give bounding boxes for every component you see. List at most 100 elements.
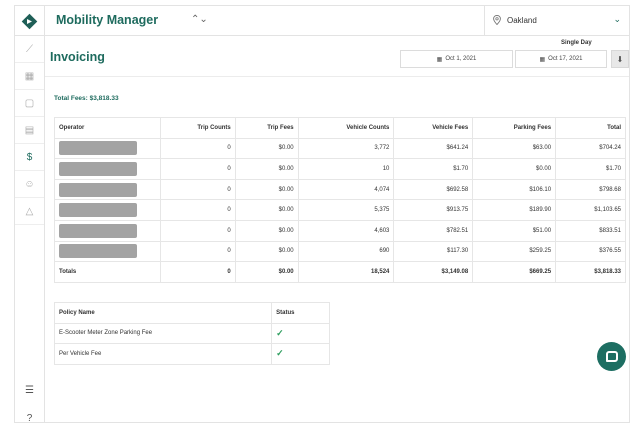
table-cell: $376.55 bbox=[555, 240, 626, 263]
operator-cell bbox=[54, 137, 161, 160]
column-header[interactable]: Vehicle Fees bbox=[393, 117, 474, 139]
table-cell: $669.25 bbox=[472, 261, 557, 283]
redacted-operator-name bbox=[59, 161, 137, 176]
table-cell: 3,772 bbox=[297, 137, 395, 160]
table-cell: 0 bbox=[159, 178, 236, 201]
redacted-operator-name bbox=[59, 141, 137, 156]
table-cell: $0.00 bbox=[234, 137, 299, 160]
table-cell: $63.00 bbox=[472, 137, 557, 160]
table-cell: $1.70 bbox=[393, 158, 474, 180]
start-date-picker[interactable]: ▦ Oct 1, 2021 bbox=[400, 50, 513, 68]
policy-name: Per Vehicle Fee bbox=[53, 343, 273, 365]
header-divider bbox=[45, 76, 629, 77]
table-cell: $51.00 bbox=[472, 219, 557, 242]
app-title: Mobility Manager bbox=[56, 13, 159, 27]
column-header[interactable]: Trip Fees bbox=[234, 117, 299, 139]
operator-cell bbox=[54, 178, 161, 201]
table-cell: 0 bbox=[159, 240, 236, 263]
column-header[interactable]: Status bbox=[271, 302, 330, 324]
table-cell: $0.00 bbox=[234, 240, 299, 263]
operator-cell bbox=[54, 219, 161, 242]
user-icon[interactable]: ☺ bbox=[15, 171, 44, 198]
table-cell: $117.30 bbox=[393, 240, 474, 263]
table-row: 0 $0.00 4,074 $692.58 $106.10 $798.68 bbox=[54, 178, 626, 201]
chart-icon[interactable]: ⟋ bbox=[15, 36, 44, 63]
table-row: 0 $0.00 690 $117.30 $259.25 $376.55 bbox=[54, 240, 626, 263]
redacted-operator-name bbox=[59, 182, 137, 197]
table-cell: $798.68 bbox=[555, 178, 626, 201]
list-icon[interactable]: ▤ bbox=[15, 117, 44, 144]
table-row: 0 $0.00 4,603 $782.51 $51.00 $833.51 bbox=[54, 219, 626, 242]
table-cell: $0.00 bbox=[234, 158, 299, 180]
dollar-icon[interactable]: $ bbox=[15, 144, 44, 171]
operator-cell bbox=[54, 240, 161, 263]
calendar-icon: ▦ bbox=[436, 56, 443, 63]
table-cell: 4,603 bbox=[297, 219, 395, 242]
redacted-operator-name bbox=[59, 203, 137, 218]
chevron-down-icon: ⌄ bbox=[613, 14, 621, 24]
redacted-operator-name bbox=[59, 223, 137, 238]
table-cell: $704.24 bbox=[555, 137, 626, 160]
table-cell: $913.75 bbox=[393, 199, 474, 221]
total-fees: Total Fees: $3,818.33 bbox=[54, 95, 119, 102]
table-cell: 10 bbox=[297, 158, 395, 180]
city-selector[interactable]: Oakland ⌄ bbox=[484, 6, 629, 36]
table-cell: $692.58 bbox=[393, 178, 474, 201]
table-cell: $782.51 bbox=[393, 219, 474, 242]
top-bar: Mobility Manager ⌃⌄ Oakland ⌄ bbox=[15, 6, 629, 36]
table-cell: $0.00 bbox=[234, 261, 299, 283]
warning-icon[interactable]: △ bbox=[15, 198, 44, 225]
table-cell: $259.25 bbox=[472, 240, 557, 263]
table-cell: 0 bbox=[159, 261, 236, 283]
logo[interactable] bbox=[15, 6, 45, 36]
table-cell: $0.00 bbox=[472, 158, 557, 180]
table-cell: 4,074 bbox=[297, 178, 395, 201]
calendar-icon: ▦ bbox=[539, 56, 546, 63]
table-cell: $0.00 bbox=[234, 199, 299, 221]
help-icon[interactable]: ? bbox=[15, 408, 44, 427]
column-header[interactable]: Parking Fees bbox=[472, 117, 557, 139]
chat-icon bbox=[605, 351, 618, 362]
column-header[interactable]: Operator bbox=[54, 117, 161, 139]
chat-button[interactable] bbox=[597, 342, 626, 371]
table-cell: $641.24 bbox=[393, 137, 474, 160]
status-cell: ✓ bbox=[271, 343, 330, 365]
table-cell: 690 bbox=[297, 240, 395, 263]
table-cell: $189.90 bbox=[472, 199, 557, 221]
logo-icon bbox=[21, 13, 38, 29]
page-title: Invoicing bbox=[50, 50, 105, 64]
map-icon[interactable]: ▦ bbox=[15, 63, 44, 90]
table-row: E-Scooter Meter Zone Parking Fee ✓ bbox=[53, 322, 330, 344]
totals-label: Totals bbox=[54, 261, 161, 283]
download-button[interactable]: ⬇ bbox=[611, 50, 629, 68]
settings-sliders-icon[interactable]: ☰ bbox=[15, 380, 44, 400]
table-row: Per Vehicle Fee ✓ bbox=[53, 343, 330, 365]
end-date-picker[interactable]: ▦ Oct 17, 2021 bbox=[515, 50, 607, 68]
operator-cell bbox=[54, 199, 161, 221]
sidebar: ⟋ ▦ ▢ ▤ $ ☺ △ ☰ ? bbox=[15, 36, 45, 424]
table-cell: $0.00 bbox=[234, 178, 299, 201]
table-cell: $3,149.08 bbox=[393, 261, 474, 283]
app-switcher-icon[interactable]: ⌃⌄ bbox=[191, 14, 208, 25]
table-cell: 0 bbox=[159, 199, 236, 221]
table-cell: 18,524 bbox=[297, 261, 395, 283]
copy-icon[interactable]: ▢ bbox=[15, 90, 44, 117]
table-cell: 5,375 bbox=[297, 199, 395, 221]
column-header[interactable]: Policy Name bbox=[53, 302, 273, 324]
app-window: Mobility Manager ⌃⌄ Oakland ⌄ ⟋ ▦ ▢ ▤ $ … bbox=[14, 5, 630, 424]
policy-table: Policy Name Status E-Scooter Meter Zone … bbox=[53, 302, 330, 365]
table-cell: 0 bbox=[159, 219, 236, 242]
end-date-value: Oct 17, 2021 bbox=[548, 56, 583, 62]
column-header[interactable]: Trip Counts bbox=[159, 117, 236, 139]
policy-name: E-Scooter Meter Zone Parking Fee bbox=[53, 322, 273, 344]
start-date-value: Oct 1, 2021 bbox=[445, 56, 477, 62]
table-header-row: Operator Trip Counts Trip Fees Vehicle C… bbox=[54, 117, 626, 139]
city-name: Oakland bbox=[507, 16, 537, 25]
totals-row: Totals 0 $0.00 18,524 $3,149.08 $669.25 … bbox=[54, 261, 626, 283]
column-header[interactable]: Vehicle Counts bbox=[297, 117, 395, 139]
column-header[interactable]: Total bbox=[555, 117, 626, 139]
table-cell: $1,103.65 bbox=[555, 199, 626, 221]
table-cell: $106.10 bbox=[472, 178, 557, 201]
download-icon: ⬇ bbox=[616, 54, 624, 64]
single-day-toggle[interactable]: Single Day bbox=[561, 40, 592, 46]
